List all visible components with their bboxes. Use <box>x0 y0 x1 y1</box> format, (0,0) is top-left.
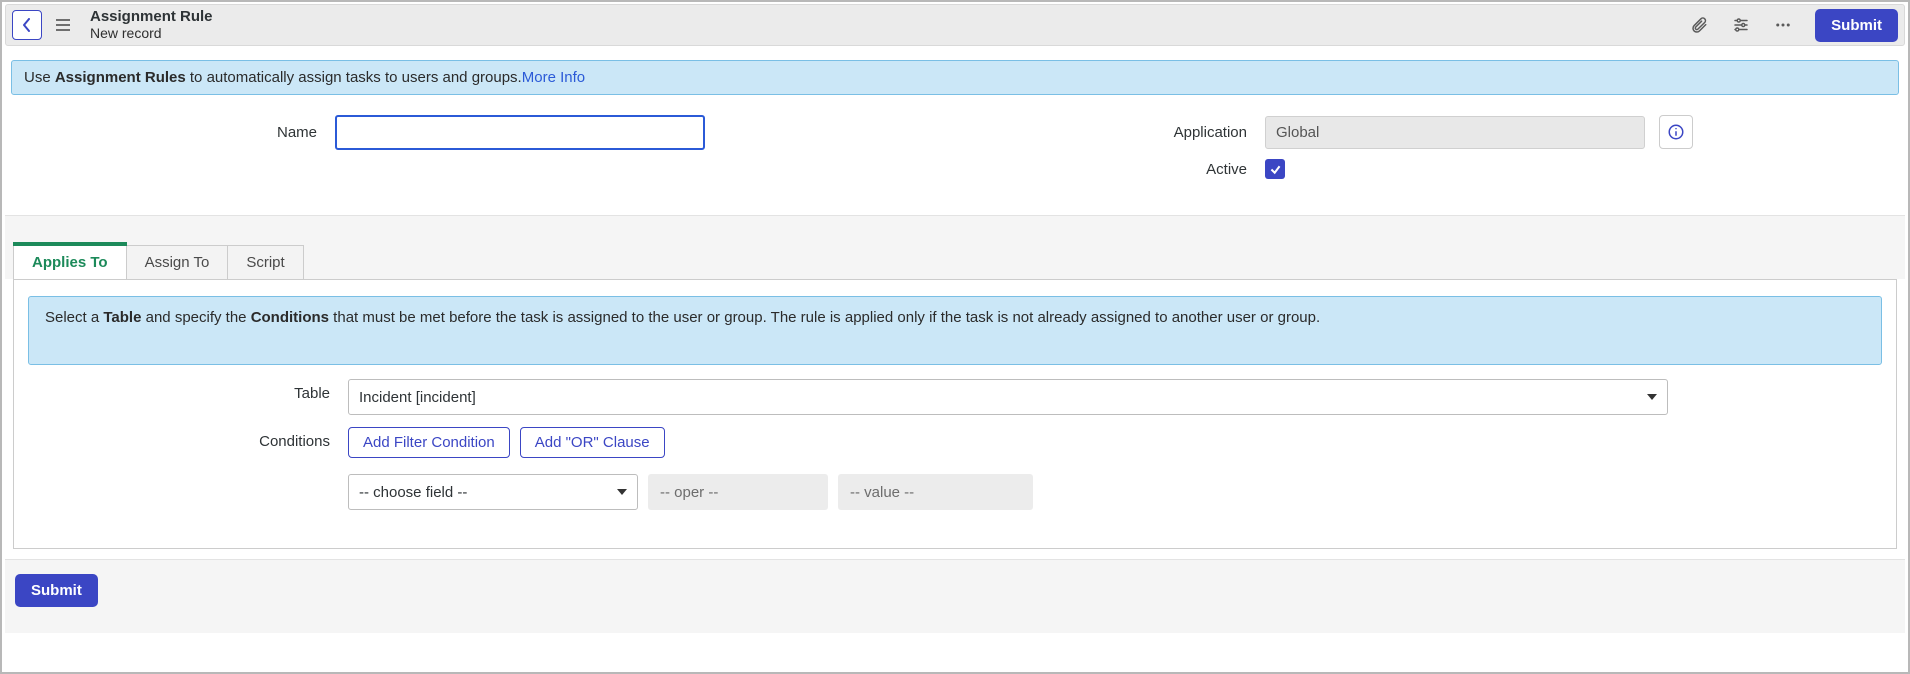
more-info-link[interactable]: More Info <box>522 69 585 86</box>
submit-button-footer[interactable]: Submit <box>15 574 98 607</box>
personalize-button[interactable] <box>1725 9 1757 41</box>
back-button[interactable] <box>12 10 42 40</box>
title-block: Assignment Rule New record <box>90 9 213 41</box>
condition-value-placeholder: -- value -- <box>850 484 914 501</box>
active-checkbox[interactable] <box>1265 159 1285 179</box>
submit-button[interactable]: Submit <box>1815 9 1898 42</box>
chevron-down-icon <box>617 489 627 495</box>
chevron-left-icon <box>22 18 32 32</box>
tab-script[interactable]: Script <box>227 245 303 279</box>
attachments-button[interactable] <box>1683 9 1715 41</box>
name-label: Name <box>5 124 335 141</box>
paperclip-icon <box>1690 16 1708 34</box>
ap-banner-lead: Select a <box>45 309 103 326</box>
tab-assign-to[interactable]: Assign To <box>126 245 229 279</box>
page-subtitle: New record <box>90 26 213 41</box>
form-col-right: Application Global <box>975 105 1905 189</box>
table-select[interactable]: Incident [incident] <box>348 379 1668 415</box>
applies-to-banner: Select a Table and specify the Condition… <box>28 296 1882 365</box>
application-info-button[interactable] <box>1659 115 1693 149</box>
tabs-wrap: Applies To Assign To Script <box>5 245 1905 279</box>
ap-banner-bold2: Conditions <box>251 309 329 326</box>
condition-operator: -- oper -- <box>648 474 828 510</box>
footer-area: Submit <box>5 559 1905 633</box>
name-input[interactable] <box>335 115 705 150</box>
condition-field-select[interactable]: -- choose field -- <box>348 474 638 510</box>
info-icon <box>1667 123 1685 141</box>
hamburger-icon <box>55 18 71 32</box>
form-menu-button[interactable] <box>52 14 74 36</box>
application-label: Application <box>975 124 1265 141</box>
active-label: Active <box>975 161 1265 178</box>
section-gap <box>5 215 1905 245</box>
page-title: Assignment Rule <box>90 9 213 26</box>
app-frame: Assignment Rule New record Submit <box>0 0 1910 674</box>
conditions-label: Conditions <box>28 427 348 450</box>
table-select-value: Incident [incident] <box>359 389 476 406</box>
ap-banner-bold1: Table <box>103 309 141 326</box>
sliders-icon <box>1732 16 1750 34</box>
application-value: Global <box>1276 124 1319 141</box>
ellipsis-icon <box>1774 16 1792 34</box>
ap-banner-rest: that must be met before the task is assi… <box>329 309 1320 326</box>
more-actions-button[interactable] <box>1767 9 1799 41</box>
condition-field-placeholder: -- choose field -- <box>359 484 467 501</box>
tab-applies-to[interactable]: Applies To <box>13 245 127 279</box>
chevron-down-icon <box>1647 394 1657 400</box>
ap-banner-mid: and specify the <box>141 309 250 326</box>
application-field: Global <box>1265 116 1645 149</box>
condition-operator-placeholder: -- oper -- <box>660 484 718 501</box>
tab-strip: Applies To Assign To Script <box>13 245 1897 279</box>
form-section: Name Application Global <box>5 95 1905 215</box>
info-banner-lead: Use <box>24 69 55 86</box>
condition-value: -- value -- <box>838 474 1033 510</box>
check-icon <box>1269 163 1282 176</box>
info-banner: Use Assignment Rules to automatically as… <box>11 60 1899 95</box>
header-bar: Assignment Rule New record Submit <box>5 4 1905 46</box>
add-filter-condition-button[interactable]: Add Filter Condition <box>348 427 510 458</box>
applies-to-panel: Select a Table and specify the Condition… <box>13 279 1897 549</box>
body-area: Use Assignment Rules to automatically as… <box>5 60 1905 633</box>
table-label: Table <box>28 379 348 402</box>
info-banner-rest: to automatically assign tasks to users a… <box>186 69 522 86</box>
info-banner-bold: Assignment Rules <box>55 69 186 86</box>
add-or-clause-button[interactable]: Add "OR" Clause <box>520 427 665 458</box>
form-col-left: Name <box>5 105 935 189</box>
